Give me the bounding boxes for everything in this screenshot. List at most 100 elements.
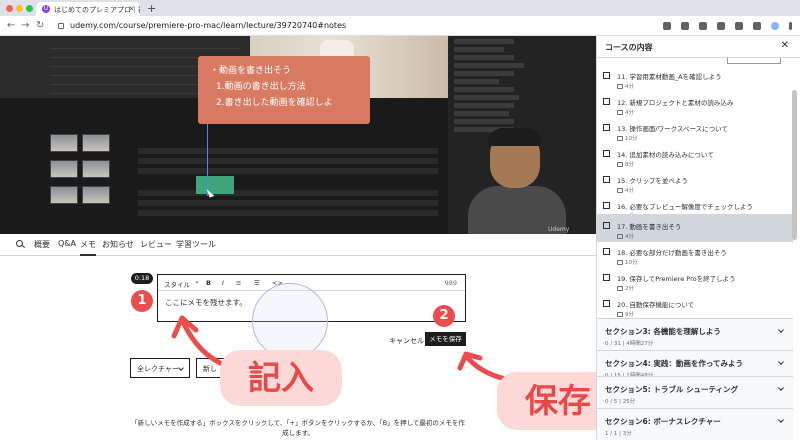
chevron-down-icon [778, 359, 784, 365]
close-icon[interactable]: ✕ [781, 40, 789, 51]
bulleted-list-icon[interactable]: ☰ [254, 279, 260, 287]
save-note-button[interactable]: メモを保存 [425, 332, 466, 346]
menu-icon[interactable] [789, 22, 792, 30]
extension-icon[interactable] [681, 22, 689, 30]
completion-checkbox[interactable] [603, 248, 610, 255]
lecture-item[interactable]: 19. 保存してPremiere Proを終了しよう 2分 [597, 268, 793, 294]
play-icon [617, 188, 623, 193]
lecture-item[interactable]: 12. 新規プロジェクトと素材の読み込み 4分 [597, 92, 793, 118]
overlay-line: 1.動画の書き出し方法 [216, 82, 306, 92]
udemy-favicon-icon: U [42, 5, 50, 13]
address-bar: ← → ↻ udemy.com/course/premiere-pro-mac/… [0, 16, 800, 36]
course-content-sidebar: コースの内容 ✕ 11. 学習用素材動画_Aを確認しよう 4分 12. 新規プロジ… [596, 36, 800, 440]
url-field[interactable]: udemy.com/course/premiere-pro-mac/learn/… [58, 21, 346, 30]
timeline-clip [196, 176, 234, 194]
zoom-window-icon[interactable] [26, 5, 33, 12]
lecture-item[interactable]: 11. 学習用素材動画_Aを確認しよう 4分 [597, 66, 793, 92]
completion-checkbox[interactable] [603, 150, 610, 157]
close-window-icon[interactable] [6, 5, 13, 12]
extension-icon[interactable] [735, 22, 743, 30]
style-dropdown[interactable]: スタイル [164, 279, 190, 289]
lecture-item-current[interactable]: 17. 動画を書き出そう 4分 [597, 214, 793, 242]
tab-overview[interactable]: 概要 [34, 239, 50, 250]
play-icon [617, 162, 623, 167]
note-timestamp: 0:18 [131, 273, 153, 284]
completion-checkbox[interactable] [603, 124, 610, 131]
resources-dropdown[interactable] [727, 58, 781, 64]
play-icon [617, 110, 623, 115]
sidebar-icon[interactable] [753, 22, 761, 30]
write-annotation-label: 記入 [220, 350, 342, 406]
browser-tab[interactable]: U はじめてのプレミアプロ｜初級入門 × [36, 2, 140, 16]
back-icon[interactable]: ← [7, 20, 15, 31]
completion-checkbox[interactable] [603, 222, 610, 229]
completion-checkbox[interactable] [603, 202, 610, 209]
close-tab-icon[interactable]: × [128, 4, 135, 13]
course-section[interactable]: セクション6: ボーナスレクチャー 1 / 1 | 3分 [597, 408, 793, 440]
lecture-duration: 4分 [617, 108, 634, 116]
lecture-duration: 9分 [617, 310, 634, 318]
completion-checkbox[interactable] [603, 274, 610, 281]
play-icon [617, 260, 623, 265]
tab-notes[interactable]: メモ [80, 239, 96, 256]
section-progress: 0 / 5 | 25分 [605, 399, 636, 405]
play-icon [617, 84, 623, 89]
url-text: udemy.com/course/premiere-pro-mac/learn/… [70, 21, 347, 30]
new-tab-icon[interactable]: + [147, 2, 156, 15]
lecture-title: 16. 必要なプレビュー解像度でチェックしよう [617, 203, 753, 211]
lecture-item[interactable]: 13. 操作画面/ワークスペースについて 10分 [597, 118, 793, 144]
lecture-item[interactable]: 15. クリップを並べよう 4分 [597, 170, 793, 196]
minimize-window-icon[interactable] [16, 5, 23, 12]
bold-button[interactable]: B [206, 279, 211, 287]
sidebar-title: コースの内容 [605, 43, 653, 52]
step-2-badge: 2 [433, 305, 455, 327]
completion-checkbox[interactable] [603, 300, 610, 307]
completion-checkbox[interactable] [603, 98, 610, 105]
play-icon [617, 286, 623, 291]
lecture-title: 20. 自動保存機能について [617, 301, 695, 309]
browser-tab-title: はじめてのプレミアプロ｜初級入門 [54, 6, 140, 14]
tab-reviews[interactable]: レビュー [140, 239, 172, 250]
editor-toolbar: スタイル ⌄ B I ≡ ☰ <> 989 [158, 275, 465, 291]
section-progress: 1 / 1 | 3分 [605, 431, 632, 437]
play-icon [617, 136, 623, 141]
chevron-down-icon [778, 327, 784, 333]
tab-announcements[interactable]: お知らせ [102, 239, 134, 250]
lecture-tabs: 概要 Q&A メモ お知らせ レビュー 学習ツール [0, 234, 596, 256]
note-input[interactable]: ここにメモを残せます。 [165, 297, 247, 308]
italic-button[interactable]: I [222, 279, 224, 287]
course-section[interactable]: セクション5: トラブル シューティング 0 / 5 | 25分 [597, 376, 793, 408]
tab-learning-tools[interactable]: 学習ツール [176, 239, 216, 250]
search-icon[interactable] [16, 240, 23, 247]
reload-icon[interactable]: ↻ [36, 20, 44, 31]
lecture-item[interactable]: 20. 自動保存機能について 9分 [597, 294, 793, 320]
profile-icon[interactable] [771, 22, 779, 30]
sidebar-scrollbar[interactable] [792, 90, 797, 240]
play-icon [617, 312, 623, 317]
lecture-duration: 10分 [617, 258, 638, 266]
section-title: セクション6: ボーナスレクチャー [605, 417, 721, 426]
cancel-button[interactable]: キャンセル [389, 336, 424, 346]
lecture-item[interactable]: 18. 必要な部分だけ動画を書き出そう 10分 [597, 242, 793, 268]
tab-qa[interactable]: Q&A [58, 239, 76, 248]
course-section[interactable]: セクション3: 各機能を理解しよう 0 / 31 | 4時間27分 [597, 318, 793, 350]
chevron-down-icon: ⌄ [194, 277, 200, 285]
completion-checkbox[interactable] [603, 176, 610, 183]
overlay-line: 2.書き出した動画を確認しよ [216, 98, 333, 108]
video-player[interactable]: Udemy ・動画を書き出そう 1.動画の書き出し方法 2.書き出した動画を確認… [0, 36, 596, 234]
section-title: セクション5: トラブル シューティング [605, 385, 738, 394]
ordered-list-icon[interactable]: ≡ [236, 279, 241, 287]
forward-icon[interactable]: → [21, 20, 29, 31]
bookmark-icon[interactable] [663, 22, 671, 30]
extension-icon[interactable] [699, 22, 707, 30]
chevron-down-icon [778, 385, 784, 391]
instructor-video [462, 128, 572, 234]
lecture-title: 12. 新規プロジェクトと素材の読み込み [617, 99, 734, 107]
character-count: 989 [444, 279, 457, 287]
completion-checkbox[interactable] [603, 72, 610, 79]
section-title: セクション4: 実践：動画を作ってみよう [605, 359, 743, 368]
extension-icon[interactable] [717, 22, 725, 30]
lecture-item[interactable]: 14. 追加素材の読み込みについて 8分 [597, 144, 793, 170]
lecture-duration: 4分 [617, 186, 634, 194]
lecture-title: 17. 動画を書き出そう [617, 223, 682, 231]
